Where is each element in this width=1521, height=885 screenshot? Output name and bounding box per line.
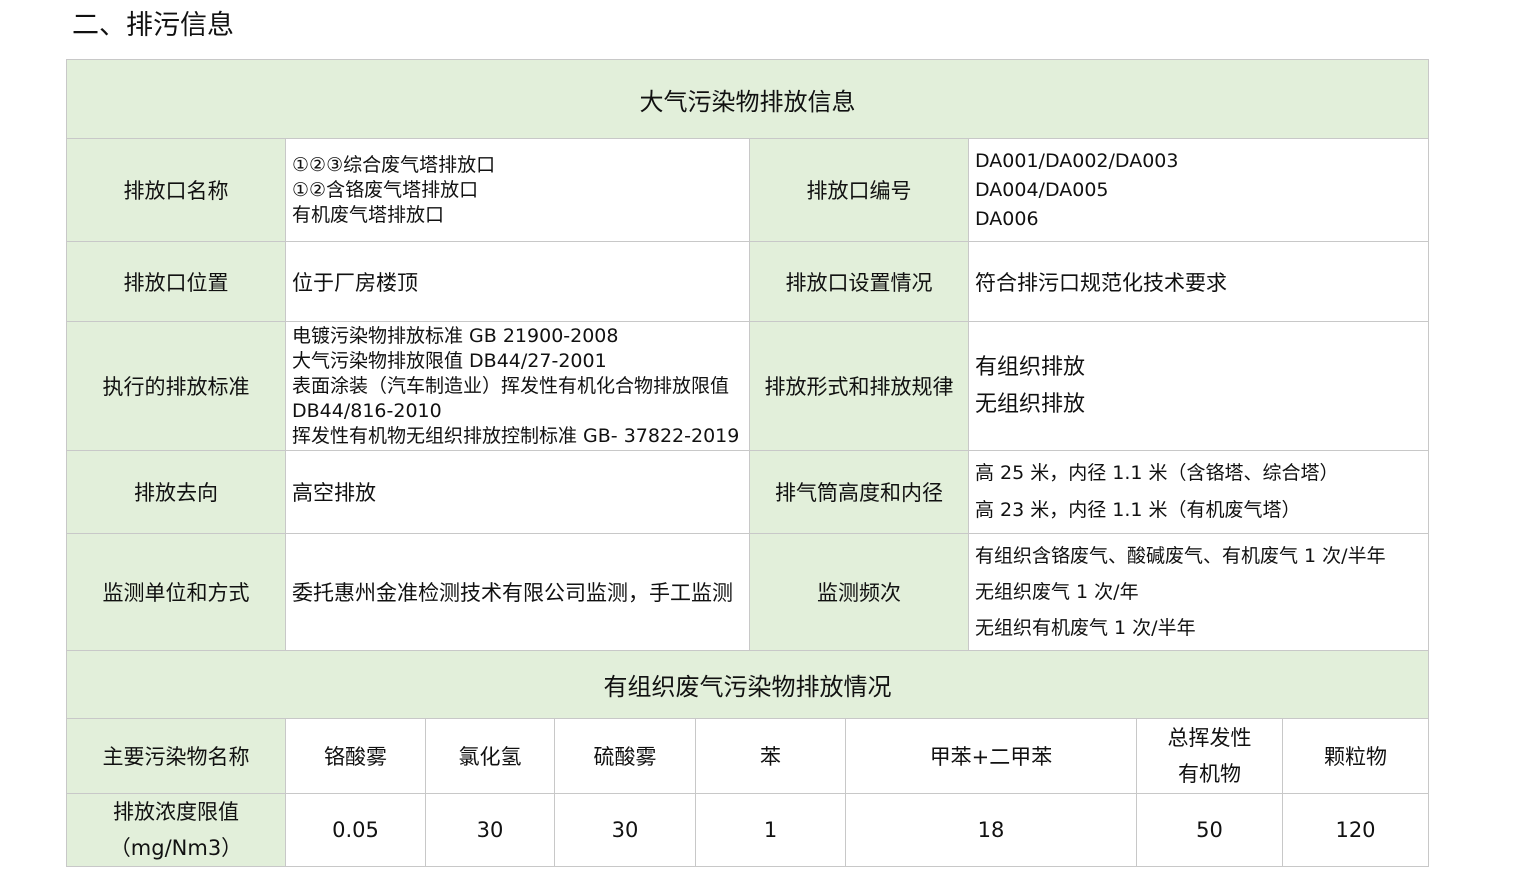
- direction-value: 高空排放: [286, 451, 750, 534]
- outlet-name-label: 排放口名称: [67, 139, 286, 242]
- discharge-form-label: 排放形式和排放规律: [750, 322, 969, 451]
- stack-line: 高 23 米，内径 1.1 米（有机废气塔）: [975, 499, 1301, 521]
- limit-value-cell: 30: [426, 794, 555, 866]
- limit-value-cell: 18: [846, 794, 1137, 866]
- limit-value-cell: 50: [1137, 794, 1283, 866]
- standard-value: 电镀污染物排放标准 GB 21900-2008 大气污染物排放限值 DB44/2…: [286, 322, 750, 451]
- pollutant-name-cell: 甲苯+二甲苯: [846, 719, 1137, 794]
- pollutant-name-cell: 铬酸雾: [286, 719, 426, 794]
- discharge-form-value: 有组织排放 无组织排放: [969, 322, 1428, 451]
- pollutant-name-cell: 颗粒物: [1283, 719, 1428, 794]
- air-pollutant-header: 大气污染物排放信息: [67, 60, 1428, 139]
- monitor-freq-value: 有组织含铬废气、酸碱废气、有机废气 1 次/半年 无组织废气 1 次/年 无组织…: [969, 534, 1428, 651]
- limit-label: 排放浓度限值 （mg/Nm3）: [67, 794, 286, 866]
- outlet-no-label: 排放口编号: [750, 139, 969, 242]
- outlet-name-value: ①②③综合废气塔排放口 ①②含铬废气塔排放口 有机废气塔排放口: [286, 139, 750, 242]
- outlet-no-value: DA001/DA002/DA003 DA004/DA005 DA006: [969, 139, 1428, 242]
- limit-label-line: 排放浓度限值: [112, 800, 239, 824]
- stack-line: 高 25 米，内径 1.1 米（含铬塔、综合塔）: [975, 462, 1339, 484]
- discharge-form-line: 无组织排放: [975, 392, 1086, 417]
- pollutant-name-cell: 苯: [696, 719, 846, 794]
- pollutant-name-cell: 氯化氢: [426, 719, 555, 794]
- monitor-unit-label: 监测单位和方式: [67, 534, 286, 651]
- pollutant-name-cell: 总挥发性 有机物: [1137, 719, 1283, 794]
- monitor-freq-line: 无组织有机废气 1 次/半年: [975, 617, 1196, 639]
- limit-value-cell: 120: [1283, 794, 1428, 866]
- monitor-freq-line: 无组织废气 1 次/年: [975, 581, 1139, 603]
- pollutant-name-cell: 硫酸雾: [555, 719, 696, 794]
- standard-line: 大气污染物排放限值 DB44/27-2001: [292, 349, 607, 372]
- standard-line: 表面涂装（汽车制造业）挥发性有机化合物排放限值: [292, 374, 730, 397]
- outlet-location-label: 排放口位置: [67, 242, 286, 322]
- outlet-name-line: ①②含铬废气塔排放口: [292, 178, 479, 201]
- monitor-freq-line: 有组织含铬废气、酸碱废气、有机废气 1 次/半年: [975, 545, 1386, 567]
- standard-label: 执行的排放标准: [67, 322, 286, 451]
- page-title: 二、排污信息: [72, 10, 234, 41]
- outlet-no-line: DA004/DA005: [975, 178, 1109, 201]
- monitor-unit-value: 委托惠州金准检测技术有限公司监测，手工监测: [286, 534, 750, 651]
- monitor-freq-label: 监测频次: [750, 534, 969, 651]
- stack-value: 高 25 米，内径 1.1 米（含铬塔、综合塔） 高 23 米，内径 1.1 米…: [969, 451, 1428, 534]
- outlet-no-line: DA006: [975, 207, 1039, 230]
- standard-line: 电镀污染物排放标准 GB 21900-2008: [292, 324, 619, 347]
- direction-label: 排放去向: [67, 451, 286, 534]
- outlet-setup-value: 符合排污口规范化技术要求: [969, 242, 1428, 322]
- stack-label: 排气筒高度和内径: [750, 451, 969, 534]
- organized-emission-header: 有组织废气污染物排放情况: [67, 651, 1428, 719]
- limit-label-line: （mg/Nm3）: [109, 836, 243, 860]
- outlet-name-line: 有机废气塔排放口: [292, 203, 445, 226]
- pollutant-name-label: 主要污染物名称: [67, 719, 286, 794]
- limit-value-cell: 1: [696, 794, 846, 866]
- outlet-setup-label: 排放口设置情况: [750, 242, 969, 322]
- standard-line: DB44/816-2010: [292, 399, 442, 422]
- outlet-name-line: ①②③综合废气塔排放口: [292, 153, 496, 176]
- outlet-no-line: DA001/DA002/DA003: [975, 149, 1179, 172]
- limit-value-cell: 0.05: [286, 794, 426, 866]
- discharge-info-table: 大气污染物排放信息 排放口名称 ①②③综合废气塔排放口 ①②含铬废气塔排放口 有…: [66, 59, 1429, 867]
- standard-line: 挥发性有机物无组织排放控制标准 GB- 37822-2019: [292, 424, 740, 447]
- limit-value-cell: 30: [555, 794, 696, 866]
- discharge-form-line: 有组织排放: [975, 355, 1086, 380]
- outlet-location-value: 位于厂房楼顶: [286, 242, 750, 322]
